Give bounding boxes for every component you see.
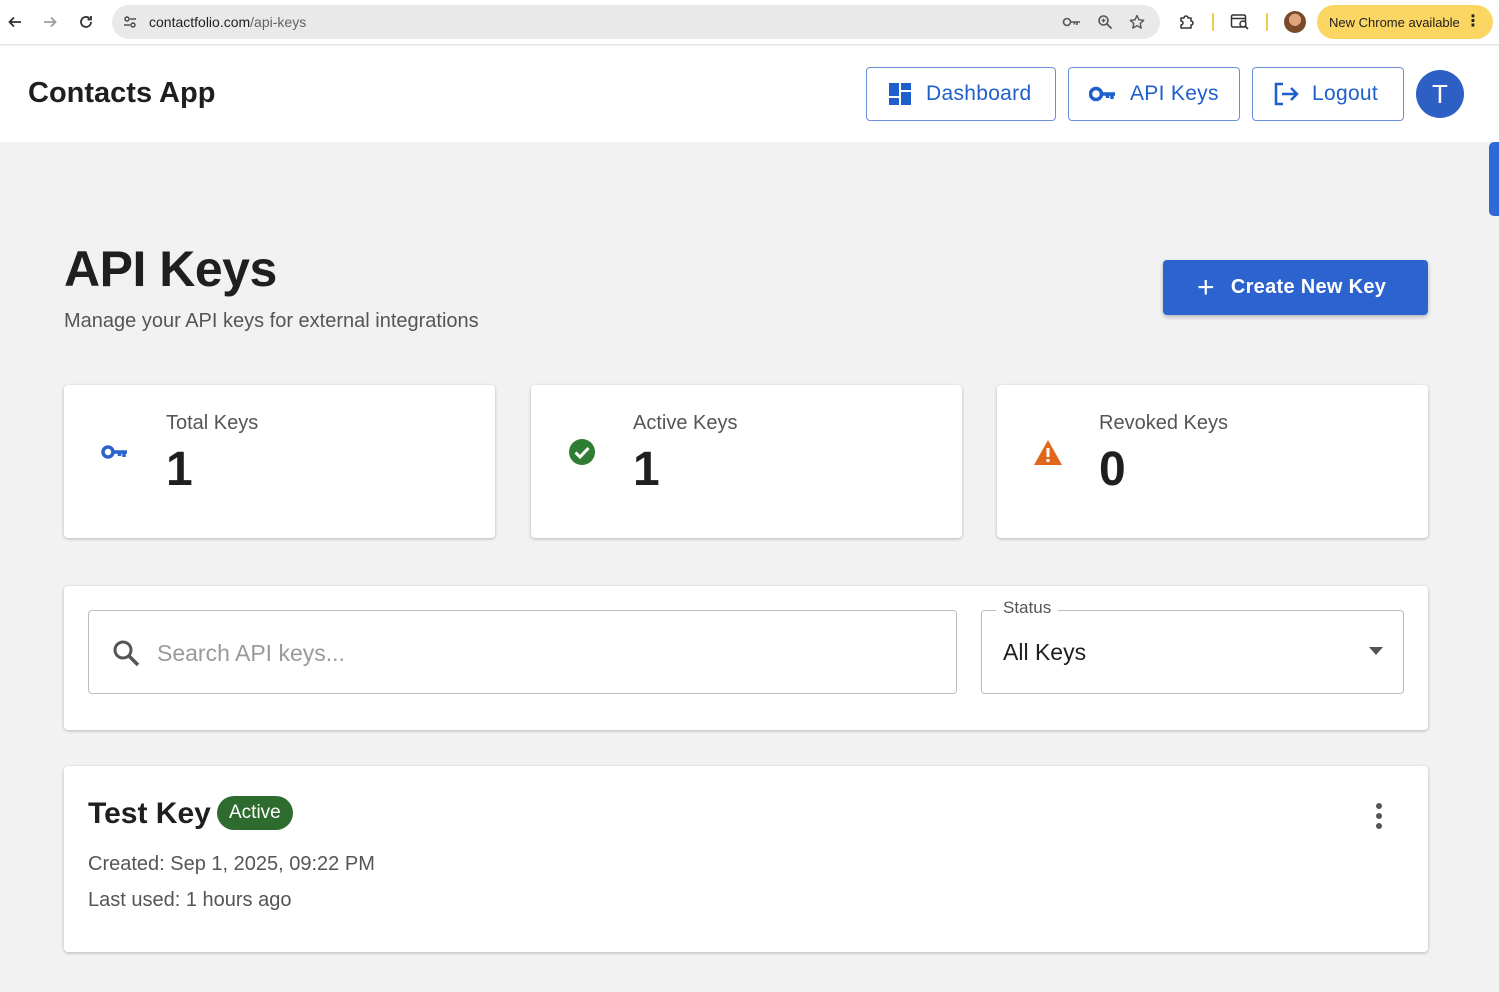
browser-toolbar: contactfolio.com/api-keys New Chrome ava…	[0, 0, 1499, 45]
search-field[interactable]	[88, 610, 957, 694]
key-last-used: Last used: 1 hours ago	[88, 889, 292, 911]
forward-button[interactable]	[37, 9, 63, 35]
reload-icon	[80, 16, 92, 28]
api-keys-button[interactable]: API Keys	[1068, 67, 1240, 121]
search-input[interactable]	[157, 633, 937, 673]
zoom-icon[interactable]	[1095, 12, 1115, 32]
stat-card-revoked: Revoked Keys 0	[997, 385, 1428, 538]
more-options-button[interactable]	[1364, 798, 1394, 834]
site-settings-icon[interactable]	[120, 12, 140, 32]
address-bar[interactable]: contactfolio.com/api-keys	[112, 5, 1160, 39]
extensions-puzzle-icon[interactable]	[1176, 11, 1198, 33]
key-icon	[1089, 81, 1117, 107]
status-value: All Keys	[1003, 639, 1087, 665]
toolbar-divider	[1266, 13, 1268, 31]
dot	[1376, 823, 1382, 829]
logout-button[interactable]: Logout	[1252, 67, 1404, 121]
create-new-key-label: Create New Key	[1230, 276, 1387, 298]
page-title: API Keys	[64, 241, 277, 297]
dashboard-button[interactable]: Dashboard	[866, 67, 1056, 121]
key-icon	[100, 437, 130, 467]
api-keys-label: API Keys	[1130, 82, 1219, 105]
key-name: Test Key	[88, 797, 211, 830]
api-key-card: Test Key Active Created: Sep 1, 2025, 09…	[64, 766, 1428, 952]
logout-icon	[1273, 81, 1299, 107]
menu-dots-icon: ⋮	[1465, 13, 1481, 30]
chevron-down-icon	[1369, 647, 1383, 655]
search-icon	[111, 638, 141, 668]
create-new-key-button[interactable]: + Create New Key	[1163, 260, 1428, 315]
stat-card-active: Active Keys 1	[531, 385, 962, 538]
update-label: New Chrome available	[1329, 14, 1460, 30]
key-created: Created: Sep 1, 2025, 09:22 PM	[88, 853, 375, 875]
app-title: Contacts App	[28, 77, 216, 109]
toolbar-divider	[1212, 13, 1214, 31]
warning-icon	[1033, 437, 1063, 467]
dot	[1376, 803, 1382, 809]
page-subtitle: Manage your API keys for external integr…	[64, 310, 479, 332]
reload-button[interactable]	[73, 9, 99, 35]
bookmark-star-icon[interactable]	[1127, 12, 1147, 32]
stat-value: 1	[166, 443, 193, 496]
app-header: Contacts App Dashboard API Keys Logout T	[0, 46, 1499, 142]
status-label: Status	[996, 598, 1059, 618]
stat-value: 0	[1099, 443, 1126, 496]
check-circle-icon	[567, 437, 597, 467]
stat-value: 1	[633, 443, 660, 496]
stat-label: Revoked Keys	[1099, 412, 1228, 434]
address-url: contactfolio.com/api-keys	[149, 14, 307, 30]
stat-card-total: Total Keys 1	[64, 385, 495, 538]
user-avatar[interactable]: T	[1416, 70, 1464, 118]
dashboard-icon	[887, 81, 913, 107]
back-button[interactable]	[2, 9, 28, 35]
filter-panel: Status All Keys	[64, 586, 1428, 730]
password-key-icon[interactable]	[1062, 12, 1082, 32]
logout-label: Logout	[1312, 82, 1379, 105]
status-badge: Active	[217, 796, 293, 830]
profile-avatar[interactable]	[1284, 11, 1306, 33]
dashboard-label: Dashboard	[926, 82, 1032, 105]
plus-icon: +	[1197, 270, 1215, 304]
dot	[1376, 813, 1382, 819]
status-select[interactable]: Status All Keys	[981, 598, 1404, 694]
chrome-update-button[interactable]: New Chrome available ⋮	[1317, 5, 1493, 39]
scrollbar-thumb[interactable]	[1489, 142, 1499, 216]
stat-label: Total Keys	[166, 412, 259, 434]
stat-label: Active Keys	[633, 412, 738, 434]
tab-search-icon[interactable]	[1229, 11, 1251, 33]
forward-arrow-icon	[44, 16, 57, 28]
back-arrow-icon	[8, 16, 21, 28]
